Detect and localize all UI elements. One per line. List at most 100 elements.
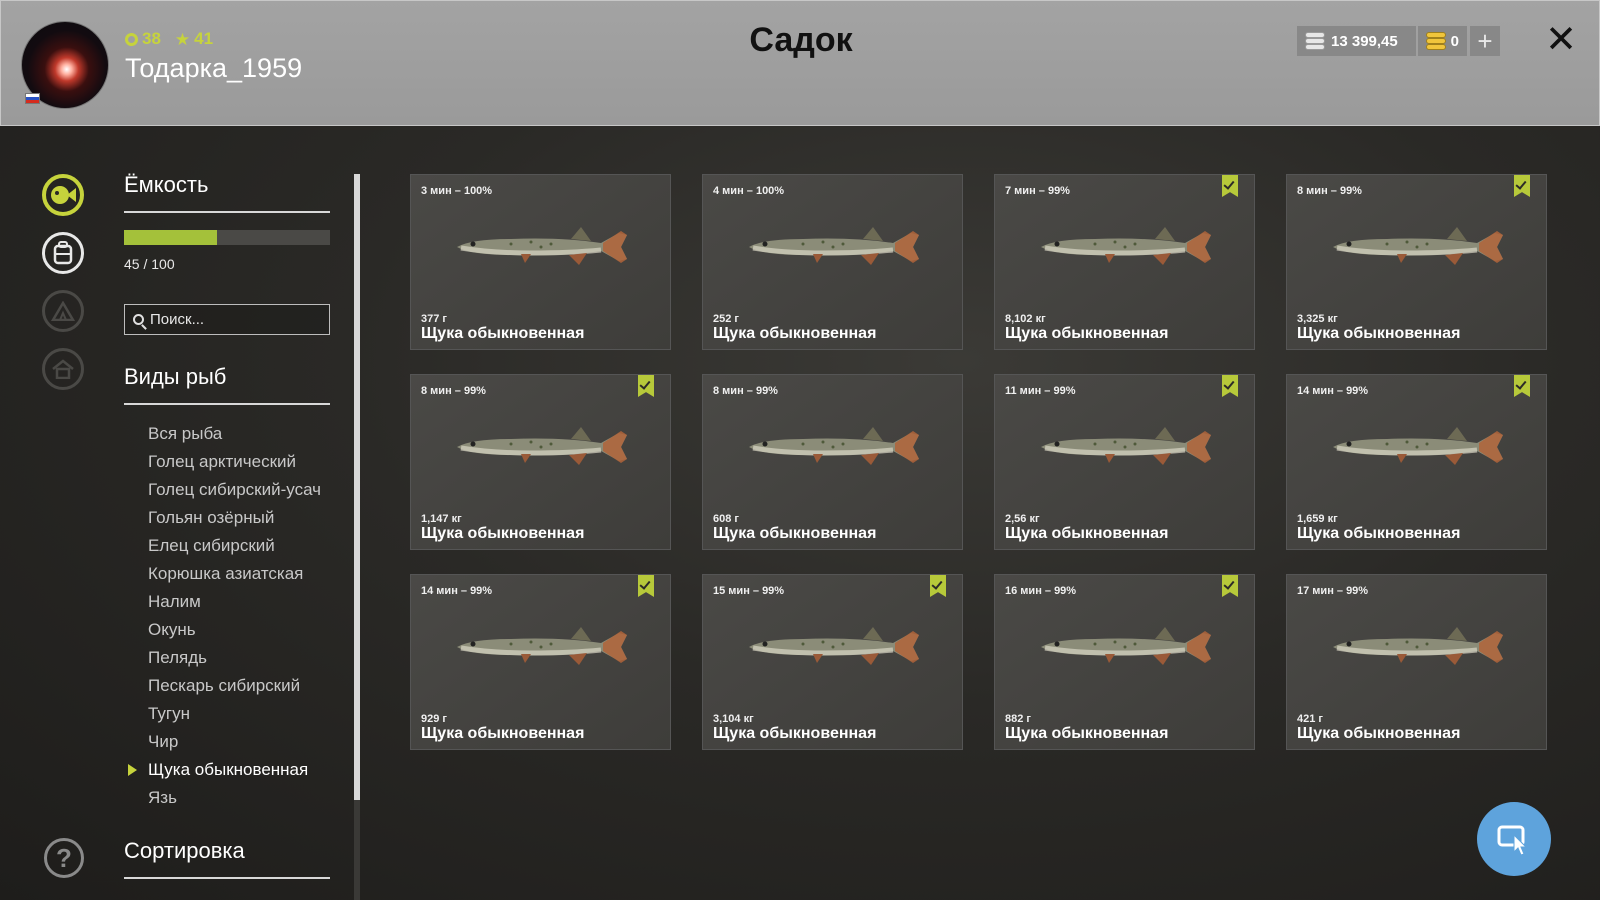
bookmark-icon[interactable]	[638, 375, 654, 397]
sidebar-scrollbar[interactable]	[354, 174, 360, 900]
catch-time: 14 мин – 99%	[1297, 385, 1369, 397]
scroll-thumb[interactable]	[354, 174, 360, 800]
species-title: Виды рыб	[124, 364, 227, 389]
fish-name: Щука обыкновенная	[421, 325, 585, 342]
species-item[interactable]: Корюшка азиатская	[148, 560, 321, 588]
species-item[interactable]: Язь	[148, 784, 321, 812]
fish-card[interactable]: 16 мин – 99% 882 г Щука обыкновенная	[994, 574, 1255, 750]
fish-name: Щука обыкновенная	[1005, 325, 1169, 342]
species-item[interactable]: Пелядь	[148, 644, 321, 672]
fish-weight: 929 г	[421, 713, 447, 725]
russia-flag-icon	[25, 93, 40, 104]
fish-weight: 421 г	[1297, 713, 1323, 725]
pike-image	[457, 627, 627, 665]
cursor-mode-button[interactable]	[1477, 802, 1551, 876]
gold-coins-icon	[1426, 32, 1446, 50]
silver-amount: 13 399,45	[1331, 32, 1398, 50]
species-item[interactable]: Окунь	[148, 616, 321, 644]
fish-card[interactable]: 11 мин – 99% 2,56 кг Щука обыкновенная	[994, 374, 1255, 550]
fish-weight: 377 г	[421, 313, 447, 325]
pike-image	[749, 627, 919, 665]
species-item[interactable]: Налим	[148, 588, 321, 616]
pike-image	[1041, 427, 1211, 465]
fish-weight: 2,56 кг	[1005, 513, 1040, 525]
fish-weight: 608 г	[713, 513, 739, 525]
species-item[interactable]: Вся рыба	[148, 420, 321, 448]
divider	[124, 211, 330, 213]
fish-icon[interactable]	[42, 174, 84, 216]
fish-weight: 1,659 кг	[1297, 513, 1338, 525]
fish-name: Щука обыкновенная	[713, 325, 877, 342]
pike-image	[1041, 627, 1211, 665]
pike-image	[749, 427, 919, 465]
bookmark-icon[interactable]	[1222, 175, 1238, 197]
species-item[interactable]: Елец сибирский	[148, 532, 321, 560]
fish-card[interactable]: 3 мин – 100% 377 г Щука обыкновенная	[410, 174, 671, 350]
divider	[124, 877, 330, 879]
species-item[interactable]: Тугун	[148, 700, 321, 728]
catch-time: 3 мин – 100%	[421, 185, 493, 197]
catch-time: 4 мин – 100%	[713, 185, 785, 197]
fish-card[interactable]: 17 мин – 99% 421 г Щука обыкновенная	[1286, 574, 1547, 750]
fish-weight: 252 г	[713, 313, 739, 325]
search-box[interactable]	[124, 304, 330, 335]
fish-card[interactable]: 7 мин – 99% 8,102 кг Щука обыкновенная	[994, 174, 1255, 350]
capacity-text: 45 / 100	[124, 256, 175, 272]
fish-card[interactable]: 8 мин – 99% 3,325 кг Щука обыкновенная	[1286, 174, 1547, 350]
catch-time: 8 мин – 99%	[1297, 185, 1362, 197]
species-item[interactable]: Голец сибирский-усач	[148, 476, 321, 504]
fish-card[interactable]: 8 мин – 99% 608 г Щука обыкновенная	[702, 374, 963, 550]
fish-weight: 8,102 кг	[1005, 313, 1046, 325]
silver-coins-icon	[1305, 32, 1325, 50]
pike-image	[1333, 627, 1503, 665]
catch-time: 7 мин – 99%	[1005, 185, 1070, 197]
divider	[124, 403, 330, 405]
top-bar: 38 ★ 41 Тодарка_1959 Садок 13 399,45 0 + …	[0, 0, 1600, 126]
fish-card[interactable]: 14 мин – 99% 929 г Щука обыкновенная	[410, 574, 671, 750]
species-item[interactable]: Голец арктический	[148, 448, 321, 476]
species-item[interactable]: Пескарь сибирский	[148, 672, 321, 700]
bookmark-icon[interactable]	[1222, 375, 1238, 397]
gold-amount: 0	[1450, 32, 1459, 50]
fish-card[interactable]: 14 мин – 99% 1,659 кг Щука обыкновенная	[1286, 374, 1547, 550]
fish-name: Щука обыкновенная	[713, 725, 877, 742]
tent-icon[interactable]	[42, 290, 84, 332]
fish-name: Щука обыкновенная	[1005, 525, 1169, 542]
home-icon[interactable]	[42, 348, 84, 390]
bookmark-icon[interactable]	[1222, 575, 1238, 597]
capacity-title: Ёмкость	[124, 172, 209, 197]
search-input[interactable]	[150, 311, 320, 328]
pike-image	[457, 227, 627, 265]
pike-image	[1333, 227, 1503, 265]
cursor-icon	[1497, 825, 1528, 856]
species-item[interactable]: Щука обыкновенная	[127, 756, 321, 784]
fish-weight: 3,104 кг	[713, 713, 754, 725]
pike-image	[1333, 427, 1503, 465]
sort-title[interactable]: Сортировка	[124, 838, 245, 864]
species-item[interactable]: Гольян озёрный	[148, 504, 321, 532]
capacity-bar	[124, 230, 330, 245]
fish-card[interactable]: 15 мин – 99% 3,104 кг Щука обыкновенная	[702, 574, 963, 750]
search-icon	[133, 314, 144, 325]
catch-time: 15 мин – 99%	[713, 585, 785, 597]
gold-wallet: 0	[1418, 26, 1467, 56]
fish-name: Щука обыкновенная	[713, 525, 877, 542]
fish-name: Щука обыкновенная	[1297, 325, 1461, 342]
bookmark-icon[interactable]	[1514, 375, 1530, 397]
fish-weight: 1,147 кг	[421, 513, 462, 525]
fish-card[interactable]: 8 мин – 99% 1,147 кг Щука обыкновенная	[410, 374, 671, 550]
bookmark-icon[interactable]	[930, 575, 946, 597]
add-currency-button[interactable]: +	[1470, 26, 1500, 56]
catch-time: 8 мин – 99%	[713, 385, 778, 397]
backpack-icon[interactable]	[42, 232, 84, 274]
help-icon[interactable]: ?	[44, 838, 84, 878]
pike-image	[457, 427, 627, 465]
species-item[interactable]: Чир	[148, 728, 321, 756]
silver-wallet: 13 399,45	[1297, 26, 1416, 56]
catch-time: 8 мин – 99%	[421, 385, 486, 397]
bookmark-icon[interactable]	[1514, 175, 1530, 197]
fish-card[interactable]: 4 мин – 100% 252 г Щука обыкновенная	[702, 174, 963, 350]
bookmark-icon[interactable]	[638, 575, 654, 597]
close-button[interactable]: ✕	[1545, 21, 1577, 59]
fish-name: Щука обыкновенная	[421, 725, 585, 742]
